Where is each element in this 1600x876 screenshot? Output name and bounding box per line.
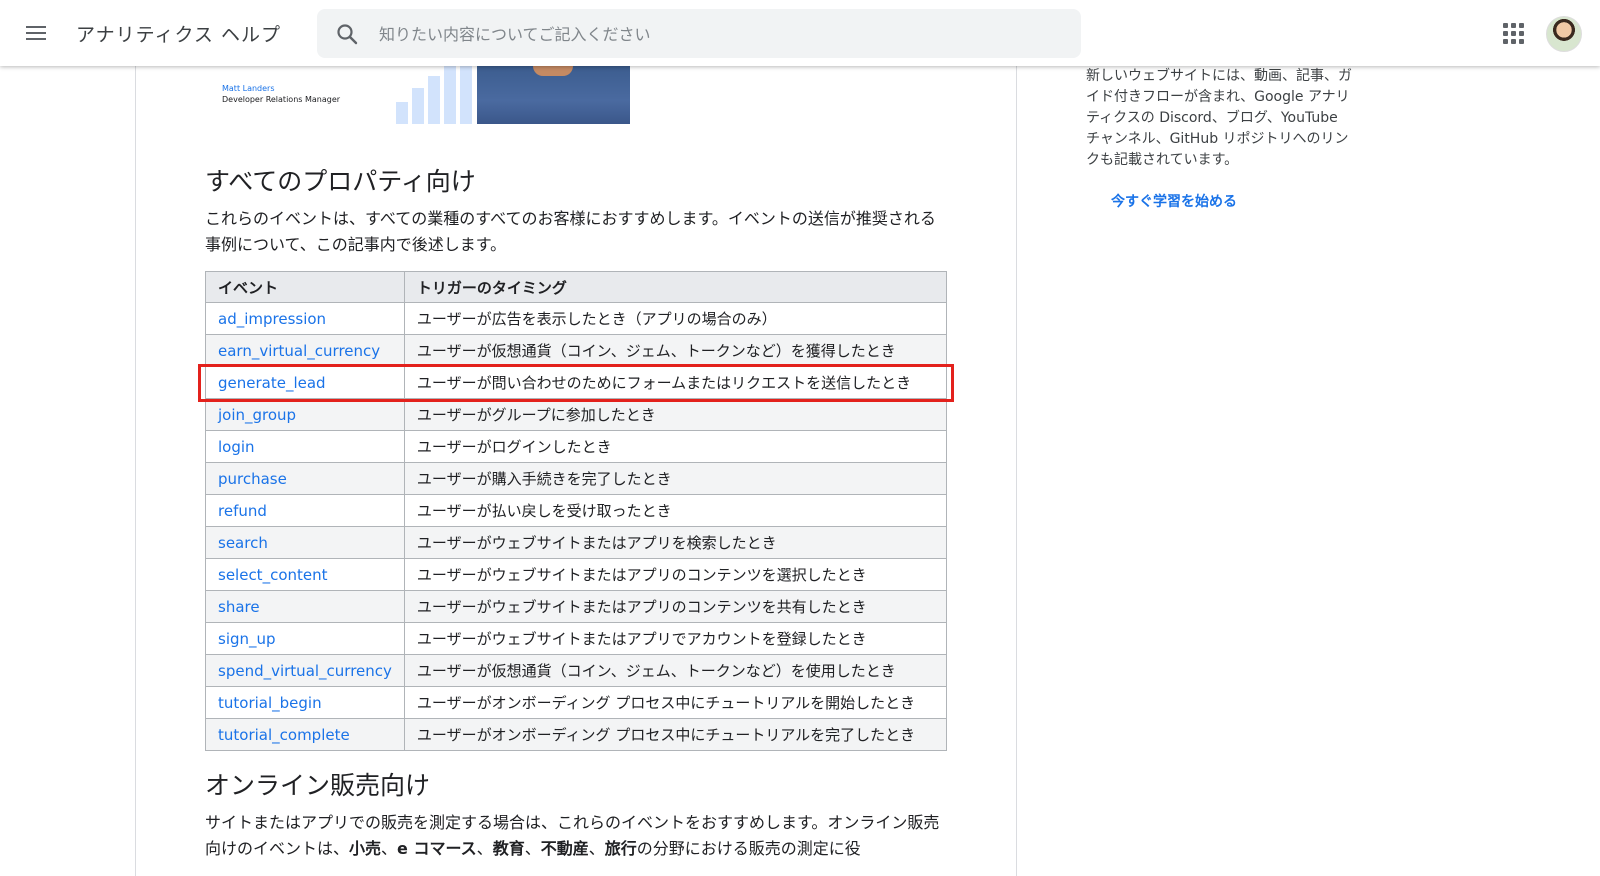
trigger-cell: ユーザーがオンボーディング プロセス中にチュートリアルを完了したとき xyxy=(403,718,948,751)
trigger-cell: ユーザーが払い戻しを受け取ったとき xyxy=(403,494,948,527)
trigger-cell: ユーザーが仮想通貨（コイン、ジェム、トークンなど）を獲得したとき xyxy=(403,334,948,367)
trigger-cell: ユーザーがウェブサイトまたはアプリのコンテンツを選択したとき xyxy=(403,558,948,591)
table-row: purchase ユーザーが購入手続きを完了したとき xyxy=(205,462,948,495)
separator: 、 xyxy=(588,839,605,858)
trigger-cell: ユーザーがログインしたとき xyxy=(403,430,948,463)
event-link-join-group[interactable]: join_group xyxy=(218,406,296,424)
keyword-retail: 小売 xyxy=(349,839,382,858)
event-link-sign-up[interactable]: sign_up xyxy=(218,630,276,648)
event-link-select-content[interactable]: select_content xyxy=(218,566,328,584)
search-icon[interactable] xyxy=(335,22,359,46)
event-link-refund[interactable]: refund xyxy=(218,502,267,520)
keyword-travel: 旅行 xyxy=(604,839,637,858)
trigger-cell: ユーザーが仮想通貨（コイン、ジェム、トークンなど）を使用したとき xyxy=(403,654,948,687)
event-link-login[interactable]: login xyxy=(218,438,255,456)
trigger-cell: ユーザーがオンボーディング プロセス中にチュートリアルを開始したとき xyxy=(403,686,948,719)
trigger-cell: ユーザーが購入手続きを完了したとき xyxy=(403,462,948,495)
table-row: share ユーザーがウェブサイトまたはアプリのコンテンツを共有したとき xyxy=(205,590,948,623)
start-learning-link[interactable]: 今すぐ学習を始める xyxy=(1111,191,1237,211)
column-header-event: イベント xyxy=(205,271,405,303)
description-text: の分野における販売の測定に役 xyxy=(636,839,861,858)
table-row: search ユーザーがウェブサイトまたはアプリを検索したとき xyxy=(205,526,948,559)
keyword-ecommerce: e コマース xyxy=(397,839,477,858)
sidebar-promo-text: 新しいウェブサイトには、動画、記事、ガイド付きフローが含まれ、Google アナ… xyxy=(1086,68,1352,168)
table-row: sign_up ユーザーがウェブサイトまたはアプリでアカウントを登録したとき xyxy=(205,622,948,655)
event-link-share[interactable]: share xyxy=(218,598,260,616)
table-row: select_content ユーザーがウェブサイトまたはアプリのコンテンツを選択… xyxy=(205,558,948,591)
separator: 、 xyxy=(524,839,541,858)
top-app-bar: アナリティクス ヘルプ xyxy=(0,0,1600,66)
table-row: ad_impression ユーザーが広告を表示したとき（アプリの場合のみ） xyxy=(205,302,948,335)
keyword-real-estate: 不動産 xyxy=(540,839,589,858)
section-title-all-properties: すべてのプロパティ向け xyxy=(205,167,476,196)
video-thumbnail[interactable]: Matt Landers Developer Relations Manager xyxy=(220,66,630,124)
avatar[interactable] xyxy=(1546,16,1582,52)
column-header-trigger: トリガーのタイミング xyxy=(403,271,948,303)
table-row: tutorial_begin ユーザーがオンボーディング プロセス中にチュートリア… xyxy=(205,686,948,719)
table-row: refund ユーザーが払い戻しを受け取ったとき xyxy=(205,494,948,527)
table-row: generate_lead ユーザーが問い合わせのためにフォームまたはリクエストを… xyxy=(205,366,948,399)
event-link-tutorial-begin[interactable]: tutorial_begin xyxy=(218,694,322,712)
presenter-image xyxy=(477,66,630,124)
separator: 、 xyxy=(476,839,493,858)
event-link-spend-virtual-currency[interactable]: spend_virtual_currency xyxy=(218,662,392,680)
trigger-cell: ユーザーが問い合わせのためにフォームまたはリクエストを送信したとき xyxy=(403,366,948,399)
event-link-tutorial-complete[interactable]: tutorial_complete xyxy=(218,726,350,744)
presenter-name: Matt Landers xyxy=(222,84,275,93)
trigger-cell: ユーザーがウェブサイトまたはアプリのコンテンツを共有したとき xyxy=(403,590,948,623)
section-description: これらのイベントは、すべての業種のすべてのお客様におすすめします。イベントの送信… xyxy=(205,209,936,254)
app-title[interactable]: アナリティクス ヘルプ xyxy=(76,20,281,47)
trigger-cell: ユーザーがグループに参加したとき xyxy=(403,398,948,431)
section-description-online: サイトまたはアプリでの販売を測定する場合は、これらのイベントをおすすめします。オ… xyxy=(205,810,950,862)
apps-grid-icon[interactable] xyxy=(1502,22,1526,46)
keyword-education: 教育 xyxy=(492,839,525,858)
search-bar[interactable] xyxy=(317,9,1081,58)
trigger-cell: ユーザーがウェブサイトまたはアプリを検索したとき xyxy=(403,526,948,559)
presenter-role: Developer Relations Manager xyxy=(222,95,341,104)
table-row: login ユーザーがログインしたとき xyxy=(205,430,948,463)
table-header-row: イベント トリガーのタイミング xyxy=(205,271,948,303)
recommended-events-table: イベント トリガーのタイミング ad_impression ユーザーが広告を表示し… xyxy=(205,271,948,751)
event-link-generate-lead[interactable]: generate_lead xyxy=(218,374,326,392)
event-link-earn-virtual-currency[interactable]: earn_virtual_currency xyxy=(218,342,380,360)
event-link-ad-impression[interactable]: ad_impression xyxy=(218,310,326,328)
separator: 、 xyxy=(381,839,398,858)
trigger-cell: ユーザーがウェブサイトまたはアプリでアカウントを登録したとき xyxy=(403,622,948,655)
table-row: tutorial_complete ユーザーがオンボーディング プロセス中にチュー… xyxy=(205,718,948,751)
event-link-search[interactable]: search xyxy=(218,534,268,552)
table-row: earn_virtual_currency ユーザーが仮想通貨（コイン、ジェム、ト… xyxy=(205,334,948,367)
section-title-online-sales: オンライン販売向け xyxy=(205,771,431,800)
search-input[interactable] xyxy=(377,21,1061,47)
table-row: join_group ユーザーがグループに参加したとき xyxy=(205,398,948,431)
event-link-purchase[interactable]: purchase xyxy=(218,470,287,488)
trigger-cell: ユーザーが広告を表示したとき（アプリの場合のみ） xyxy=(403,302,948,335)
bar-graphic-icon xyxy=(396,66,476,124)
table-row: spend_virtual_currency ユーザーが仮想通貨（コイン、ジェム、… xyxy=(205,654,948,687)
menu-icon[interactable] xyxy=(24,21,48,45)
